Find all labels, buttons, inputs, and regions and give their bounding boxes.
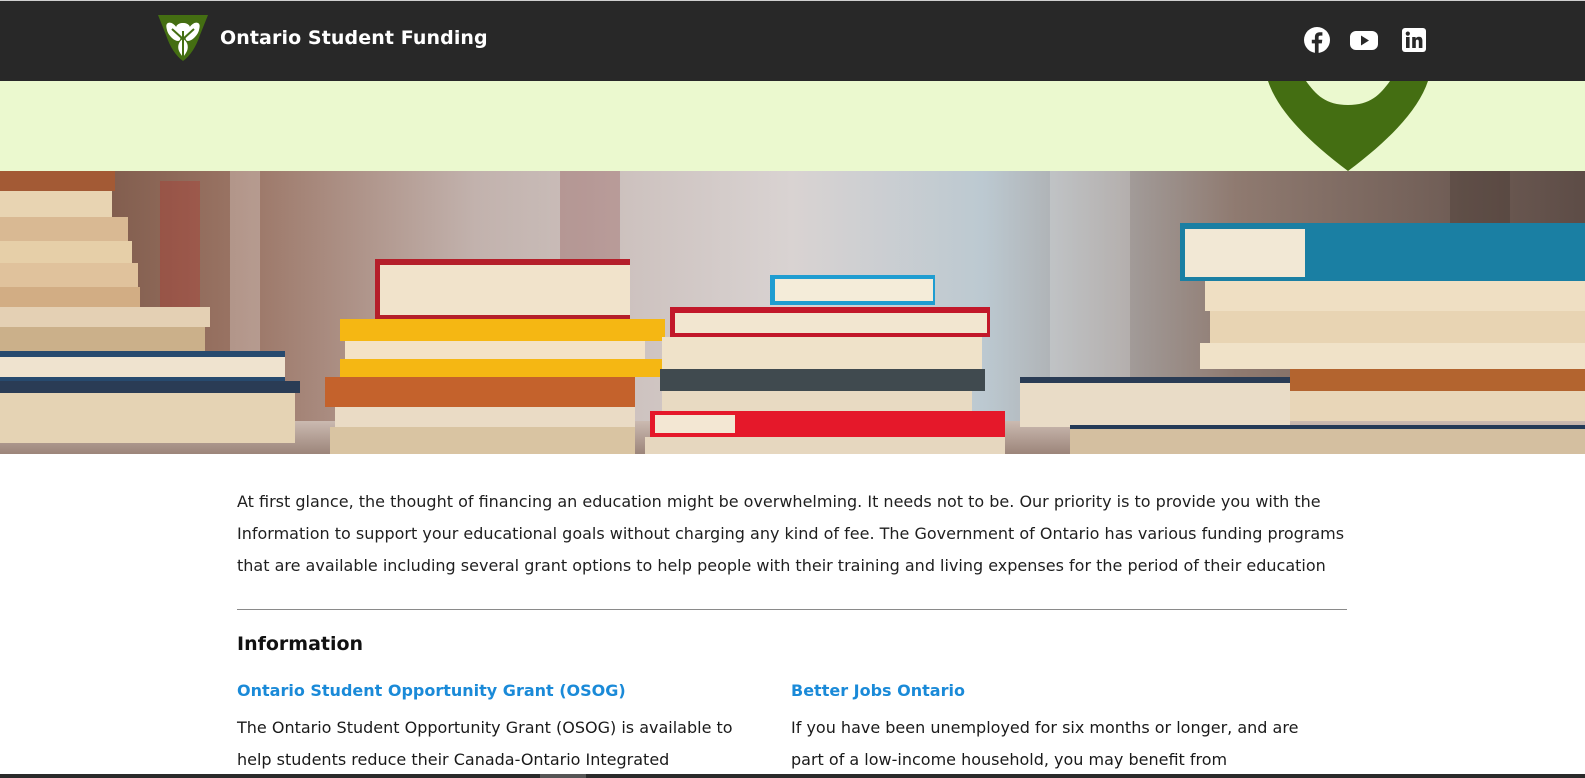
section-title: Information <box>237 633 364 655</box>
better-jobs-ontario-link[interactable]: Better Jobs Ontario <box>791 680 1301 702</box>
info-card-better-jobs: Better Jobs Ontario If you have been une… <box>791 680 1301 776</box>
horizontal-scrollbar[interactable] <box>0 774 1585 778</box>
linkedin-link[interactable] <box>1400 26 1428 54</box>
scrollbar-thumb[interactable] <box>540 774 586 778</box>
ontario-trillium-logo-icon <box>156 13 210 63</box>
main-content: At first glance, the thought of financin… <box>237 486 1347 582</box>
hero-image <box>0 171 1585 454</box>
facebook-link[interactable] <box>1303 26 1331 54</box>
site-title: Ontario Student Funding <box>220 27 488 49</box>
home-link[interactable]: Ontario Student Funding <box>156 13 488 63</box>
osog-description: The Ontario Student Opportunity Grant (O… <box>237 718 733 769</box>
decorative-banner <box>0 81 1585 171</box>
better-jobs-description: If you have been unemployed for six mont… <box>791 718 1299 769</box>
facebook-icon <box>1303 26 1331 54</box>
youtube-link[interactable] <box>1350 26 1378 54</box>
intro-paragraph: At first glance, the thought of financin… <box>237 492 1345 575</box>
top-navigation-bar: Ontario Student Funding <box>0 0 1585 81</box>
osog-link[interactable]: Ontario Student Opportunity Grant (OSOG) <box>237 680 747 702</box>
linkedin-icon <box>1400 26 1428 54</box>
section-divider <box>237 609 1347 610</box>
info-card-osog: Ontario Student Opportunity Grant (OSOG)… <box>237 680 747 776</box>
youtube-icon <box>1350 26 1378 54</box>
